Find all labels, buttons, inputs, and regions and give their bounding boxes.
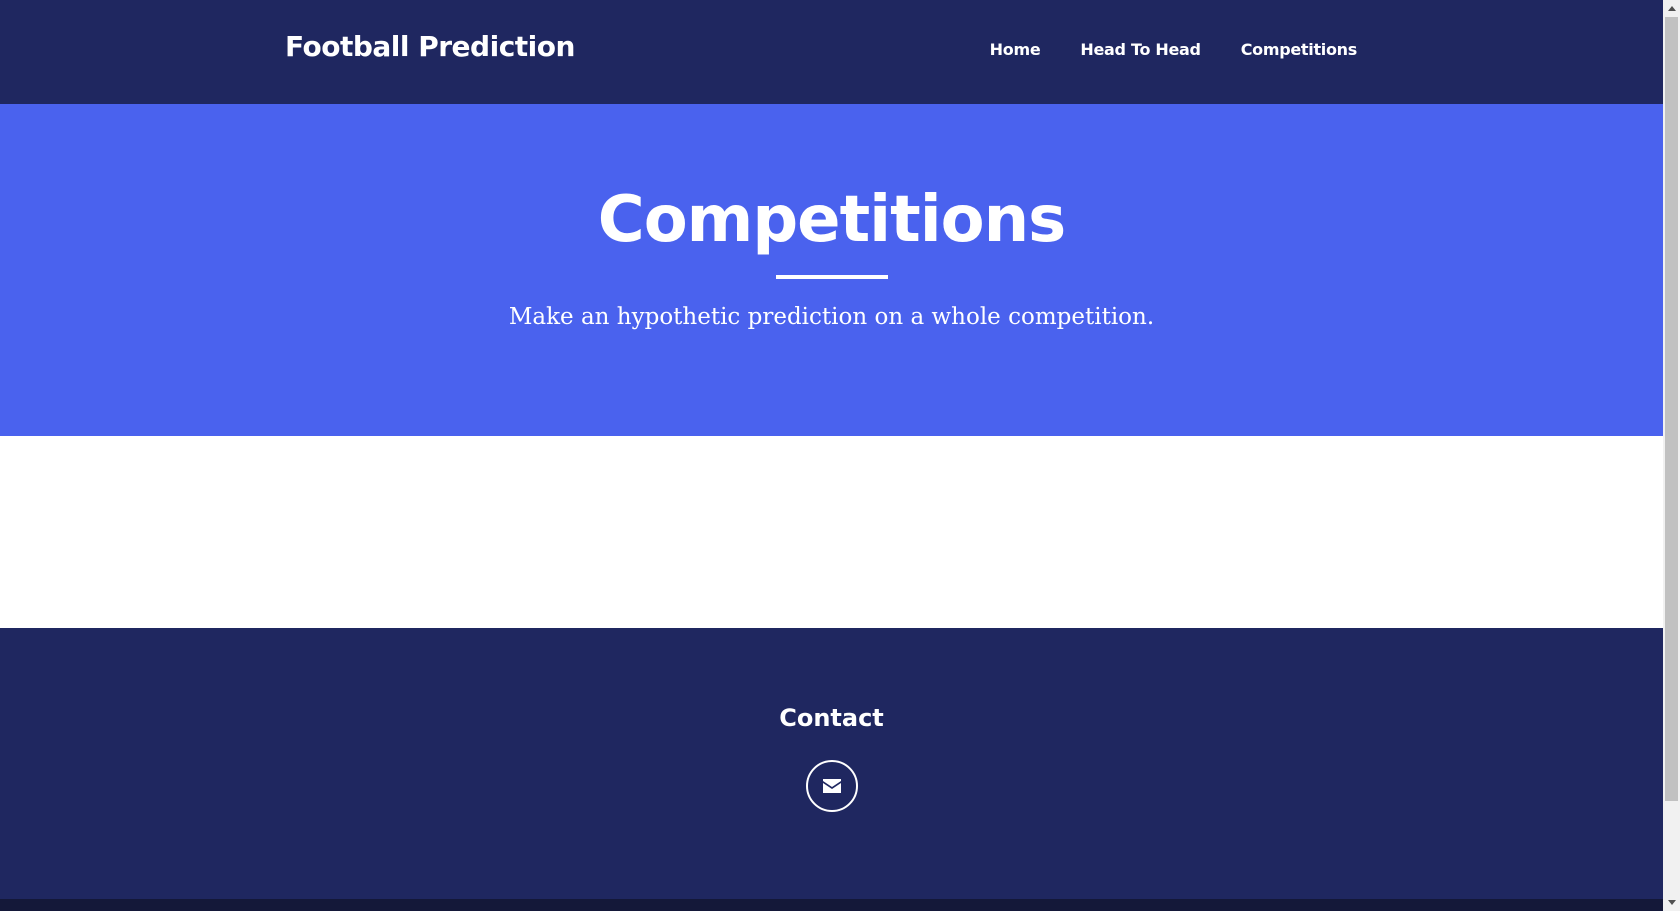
navbar: Football Prediction Home Head To Head Co…: [0, 0, 1663, 104]
nav-link-home[interactable]: Home: [990, 40, 1041, 59]
main-nav: Home Head To Head Competitions: [990, 40, 1358, 59]
email-contact-button[interactable]: [806, 760, 858, 812]
title-divider: [776, 275, 888, 279]
page-title: Competitions: [597, 183, 1067, 257]
contact-heading: Contact: [779, 704, 884, 732]
bottom-bar: [0, 899, 1663, 911]
envelope-icon: [823, 779, 841, 793]
content-area: [0, 436, 1663, 628]
scroll-down-arrow-icon[interactable]: [1663, 894, 1680, 911]
page-subtitle: Make an hypothetic prediction on a whole…: [508, 304, 1155, 330]
footer: Contact: [0, 628, 1663, 899]
hero-section: Competitions Make an hypothetic predicti…: [0, 104, 1663, 436]
brand-link[interactable]: Football Prediction: [285, 30, 575, 63]
nav-link-competitions[interactable]: Competitions: [1241, 40, 1358, 59]
vertical-scrollbar[interactable]: [1663, 0, 1680, 911]
scroll-up-arrow-icon[interactable]: [1663, 0, 1680, 17]
page: Football Prediction Home Head To Head Co…: [0, 0, 1663, 911]
nav-link-head-to-head[interactable]: Head To Head: [1080, 40, 1201, 59]
scrollbar-thumb[interactable]: [1665, 17, 1678, 801]
